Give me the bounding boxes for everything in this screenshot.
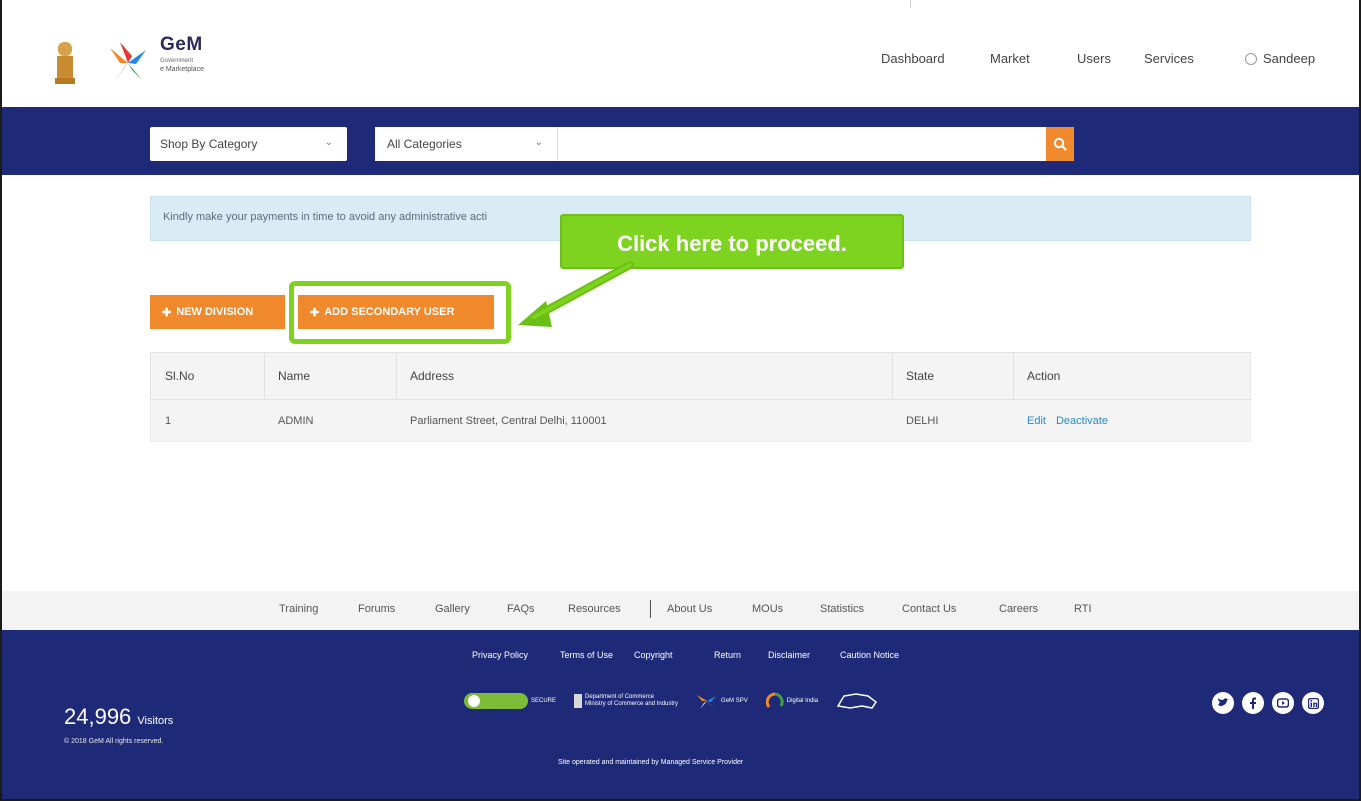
terms-of-use-link[interactable]: Terms of Use xyxy=(560,650,613,660)
table-header: Sl.No Name Address State Action xyxy=(150,352,1251,400)
edit-link[interactable]: Edit xyxy=(1027,415,1046,427)
gem-spv-label: GeM SPV xyxy=(721,698,748,704)
make-in-india-lion-icon xyxy=(836,693,878,709)
nav-dashboard[interactable]: Dashboard xyxy=(881,51,945,66)
youtube-icon[interactable] xyxy=(1272,692,1294,714)
logo-subtitle: Government xyxy=(160,58,194,64)
division-table: Sl.No Name Address State Action 1 ADMIN … xyxy=(150,352,1251,442)
facebook-icon[interactable] xyxy=(1242,692,1264,714)
chevron-down-icon: ⌄ xyxy=(324,137,333,148)
footer-link-training[interactable]: Training xyxy=(279,603,318,615)
caution-notice-link[interactable]: Caution Notice xyxy=(840,650,899,660)
footer-link-contact-us[interactable]: Contact Us xyxy=(902,603,956,615)
gem-star-icon xyxy=(697,695,717,709)
digital-india-label: Digital India xyxy=(786,698,819,704)
disclaimer-link[interactable]: Disclaimer xyxy=(768,650,810,660)
emblem-icon xyxy=(574,694,583,708)
site-footer: Privacy Policy Terms of Use Copyright Re… xyxy=(2,630,1359,799)
privacy-policy-link[interactable]: Privacy Policy xyxy=(472,650,528,660)
maintained-notice: Site operated and maintained by Managed … xyxy=(558,759,744,766)
cell-slno: 1 xyxy=(165,414,172,427)
search-button[interactable] xyxy=(1046,127,1074,161)
plus-icon: ✚ xyxy=(162,306,172,319)
nav-market[interactable]: Market xyxy=(990,51,1030,66)
highlight-box xyxy=(289,281,511,344)
digital-india-icon xyxy=(765,692,784,708)
top-header: GeM Government e Marketplace Dashboard M… xyxy=(2,0,1359,107)
footer-link-mous[interactable]: MOUs xyxy=(752,603,783,615)
footer-link-resources[interactable]: Resources xyxy=(568,603,621,615)
column-header-slno: Sl.No xyxy=(165,369,195,383)
footer-link-statistics[interactable]: Statistics xyxy=(820,603,864,615)
deactivate-link[interactable]: Deactivate xyxy=(1056,415,1108,427)
linkedin-icon[interactable] xyxy=(1302,692,1324,714)
national-emblem-icon xyxy=(55,42,75,84)
cell-action: Edit Deactivate xyxy=(1013,400,1118,441)
nav-services[interactable]: Services xyxy=(1144,51,1194,66)
commerce-line-2: Ministry of Commerce and Industry xyxy=(585,701,679,707)
copyright-link[interactable]: Copyright xyxy=(634,650,673,660)
cell-state: DELHI xyxy=(906,414,939,427)
digital-india-badge: Digital India xyxy=(765,690,819,712)
visitor-label: Visitors xyxy=(137,715,174,727)
footer-link-gallery[interactable]: Gallery xyxy=(435,603,470,615)
all-categories-select[interactable]: All Categories ⌄ xyxy=(375,127,558,161)
cell-name: ADMIN xyxy=(278,414,314,427)
arrow-icon xyxy=(518,261,634,327)
shop-by-category-select[interactable]: Shop By Category ⌄ xyxy=(150,127,347,161)
copyright-notice: © 2018 GeM All rights reserved. xyxy=(64,738,164,745)
column-header-action: Action xyxy=(1027,369,1061,383)
visitor-counter: 24,996 Visitors xyxy=(64,704,173,730)
commerce-line-1: Department of Commerce xyxy=(585,694,655,700)
footer-link-careers[interactable]: Careers xyxy=(999,603,1038,615)
user-icon xyxy=(1245,52,1257,65)
social-links xyxy=(1212,692,1324,714)
column-header-name: Name xyxy=(278,369,311,383)
user-menu[interactable]: Sandeep xyxy=(1245,51,1315,66)
nav-users[interactable]: Users xyxy=(1077,51,1111,66)
new-division-button[interactable]: ✚ NEW DIVISION xyxy=(150,295,285,329)
table-row: 1 ADMIN Parliament Street, Central Delhi… xyxy=(150,400,1251,442)
footer-link-rti[interactable]: RTI xyxy=(1074,603,1092,615)
footer-link-forums[interactable]: Forums xyxy=(358,603,395,615)
gem-spv-badge: GeM SPV xyxy=(696,690,748,712)
divider xyxy=(650,600,651,618)
footer-link-faqs[interactable]: FAQs xyxy=(507,603,535,615)
search-icon xyxy=(1053,137,1067,151)
shop-by-category-label: Shop By Category xyxy=(160,137,258,151)
search-input[interactable] xyxy=(558,127,1046,161)
column-header-address: Address xyxy=(410,369,455,383)
visitor-count: 24,996 xyxy=(64,704,132,729)
footer-links: Training Forums Gallery FAQs Resources A… xyxy=(2,591,1359,630)
all-categories-label: All Categories xyxy=(387,137,462,151)
column-header-state: State xyxy=(906,369,935,383)
secure-label: SECURE xyxy=(531,698,557,704)
cell-address: Parliament Street, Central Delhi, 110001 xyxy=(410,414,607,427)
new-division-label: NEW DIVISION xyxy=(176,306,254,318)
footer-link-about-us[interactable]: About Us xyxy=(667,603,712,615)
secure-shield-icon xyxy=(464,693,528,709)
return-link[interactable]: Return xyxy=(714,650,741,660)
make-in-india-badge xyxy=(836,690,878,712)
chevron-down-icon: ⌄ xyxy=(534,137,543,148)
divider xyxy=(910,0,911,8)
app-window: GeM Government e Marketplace Dashboard M… xyxy=(0,0,1361,801)
logo-subtitle-2: e Marketplace xyxy=(160,66,204,73)
user-name: Sandeep xyxy=(1263,51,1316,66)
partner-badges: SECURE Department of Commerce Ministry o… xyxy=(464,690,878,712)
gem-logo-icon[interactable] xyxy=(106,38,150,88)
commerce-badge: Department of Commerce Ministry of Comme… xyxy=(574,690,678,712)
twitter-icon[interactable] xyxy=(1212,692,1234,714)
secure-badge: SECURE xyxy=(464,690,556,712)
logo-title: GeM xyxy=(160,34,203,55)
